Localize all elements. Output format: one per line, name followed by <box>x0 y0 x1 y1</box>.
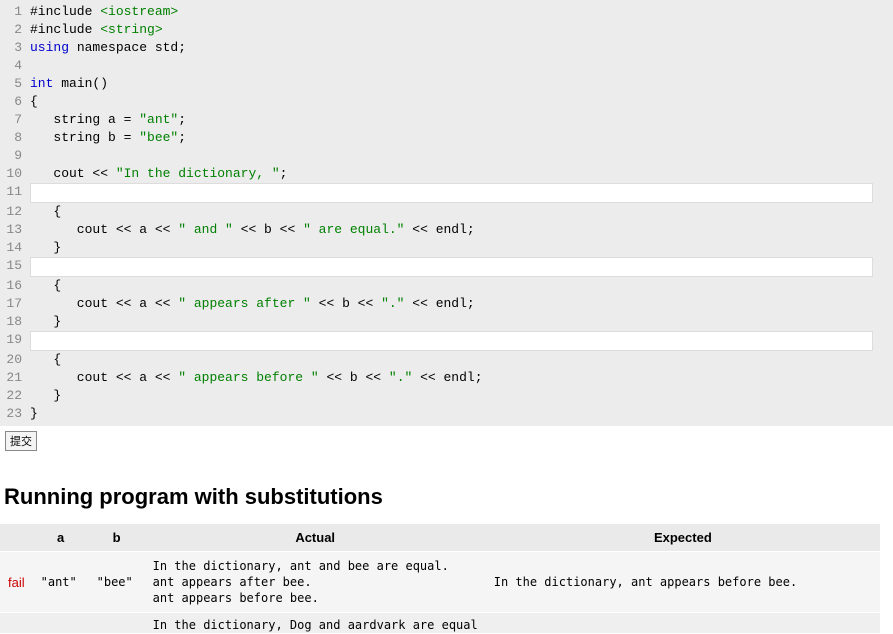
code-text: } <box>30 239 893 257</box>
code-line: 16 { <box>0 277 893 295</box>
code-text: using namespace std; <box>30 39 893 57</box>
code-text[interactable] <box>30 183 873 203</box>
line-number: 21 <box>0 369 30 387</box>
row-actual: In the dictionary, ant and bee are equal… <box>145 552 486 613</box>
code-line: 14 } <box>0 239 893 257</box>
code-text <box>30 147 893 165</box>
line-number: 17 <box>0 295 30 313</box>
code-text: { <box>30 203 893 221</box>
code-line: 4 <box>0 57 893 75</box>
line-number: 6 <box>0 93 30 111</box>
results-th-actual: Actual <box>145 524 486 552</box>
row2-b <box>89 613 145 634</box>
code-line: 10 cout << "In the dictionary, "; <box>0 165 893 183</box>
code-line: 5int main() <box>0 75 893 93</box>
code-line: 7 string a = "ant"; <box>0 111 893 129</box>
row-status: fail <box>0 552 33 613</box>
code-text: cout << a << " appears before " << b << … <box>30 369 893 387</box>
code-text: int main() <box>30 75 893 93</box>
row-b-value: "bee" <box>89 552 145 613</box>
code-line: 23} <box>0 405 893 423</box>
row2-status <box>0 613 33 634</box>
line-number: 14 <box>0 239 30 257</box>
code-line: 12 { <box>0 203 893 221</box>
line-number: 19 <box>0 331 30 351</box>
code-text <box>30 57 893 75</box>
line-number: 1 <box>0 3 30 21</box>
code-editor[interactable]: 1#include <iostream>2#include <string>3u… <box>0 0 893 426</box>
code-text: { <box>30 351 893 369</box>
results-table: a b Actual Expected fail "ant" "bee" In … <box>0 524 880 633</box>
code-text: string b = "bee"; <box>30 129 893 147</box>
code-line: 21 cout << a << " appears before " << b … <box>0 369 893 387</box>
code-text: } <box>30 313 893 331</box>
code-line: 3using namespace std; <box>0 39 893 57</box>
line-number: 10 <box>0 165 30 183</box>
results-heading: Running program with substitutions <box>4 484 893 510</box>
code-line: 8 string b = "bee"; <box>0 129 893 147</box>
code-text: string a = "ant"; <box>30 111 893 129</box>
results-th-status <box>0 524 33 552</box>
code-text: cout << a << " and " << b << " are equal… <box>30 221 893 239</box>
code-text: } <box>30 387 893 405</box>
submit-button[interactable]: 提交 <box>5 431 37 451</box>
line-number: 2 <box>0 21 30 39</box>
line-number: 4 <box>0 57 30 75</box>
code-line: 1#include <iostream> <box>0 3 893 21</box>
code-line: 20 { <box>0 351 893 369</box>
line-number: 5 <box>0 75 30 93</box>
code-text: { <box>30 93 893 111</box>
code-text[interactable] <box>30 257 873 277</box>
line-number: 20 <box>0 351 30 369</box>
line-number: 22 <box>0 387 30 405</box>
code-text: { <box>30 277 893 295</box>
row2-actual: In the dictionary, Dog and aardvark are … <box>145 613 486 634</box>
code-text: #include <iostream> <box>30 3 893 21</box>
code-line: 11 <box>0 183 893 203</box>
row2-a <box>33 613 89 634</box>
results-th-expected: Expected <box>486 524 880 552</box>
line-number: 12 <box>0 203 30 221</box>
line-number: 9 <box>0 147 30 165</box>
code-line: 9 <box>0 147 893 165</box>
code-line: 17 cout << a << " appears after " << b <… <box>0 295 893 313</box>
code-line: 19 <box>0 331 893 351</box>
code-line: 22 } <box>0 387 893 405</box>
line-number: 7 <box>0 111 30 129</box>
code-text: cout << "In the dictionary, "; <box>30 165 893 183</box>
line-number: 15 <box>0 257 30 277</box>
code-text: #include <string> <box>30 21 893 39</box>
code-line: 13 cout << a << " and " << b << " are eq… <box>0 221 893 239</box>
row-a-value: "ant" <box>33 552 89 613</box>
code-line: 6{ <box>0 93 893 111</box>
line-number: 3 <box>0 39 30 57</box>
line-number: 23 <box>0 405 30 423</box>
line-number: 16 <box>0 277 30 295</box>
line-number: 18 <box>0 313 30 331</box>
code-text: cout << a << " appears after " << b << "… <box>30 295 893 313</box>
line-number: 13 <box>0 221 30 239</box>
results-th-a: a <box>33 524 89 552</box>
row-expected: In the dictionary, ant appears before be… <box>486 552 880 613</box>
line-number: 8 <box>0 129 30 147</box>
code-text: } <box>30 405 893 423</box>
code-line: 18 } <box>0 313 893 331</box>
results-th-b: b <box>89 524 145 552</box>
row2-expected <box>486 613 880 634</box>
code-line: 15 <box>0 257 893 277</box>
code-text[interactable] <box>30 331 873 351</box>
code-line: 2#include <string> <box>0 21 893 39</box>
line-number: 11 <box>0 183 30 203</box>
